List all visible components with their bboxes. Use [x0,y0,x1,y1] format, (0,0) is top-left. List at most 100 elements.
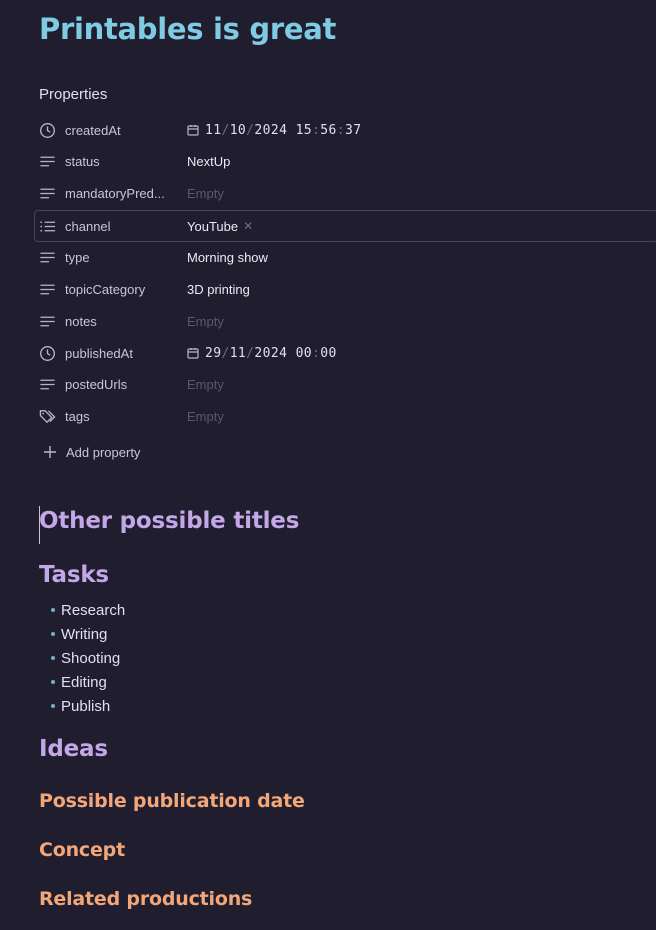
property-key[interactable]: topicCategory [39,281,187,298]
text-lines-icon [39,249,56,266]
property-row-status[interactable]: status NextUp [39,146,656,176]
bullet-icon [51,680,55,684]
calendar-icon[interactable] [187,347,199,359]
heading-possible-publication-date[interactable]: Possible publication date [39,790,305,812]
property-value[interactable]: 11/10/2024 15:56:37 [187,123,361,138]
property-key-label: mandatoryPred... [65,185,165,201]
property-key-label: createdAt [65,122,121,138]
bullet-icon [51,704,55,708]
date-part-y[interactable]: 2024 [254,346,287,361]
property-key-label: status [65,153,100,169]
date-part-y[interactable]: 2024 [254,123,287,138]
task-label: Research [61,601,126,619]
property-key[interactable]: mandatoryPred... [39,185,187,202]
empty-placeholder: Empty [187,185,224,201]
task-item-publish[interactable]: Publish [51,694,125,718]
property-key-label: type [65,249,90,265]
heading-other-possible-titles[interactable]: Other possible titles [39,508,299,534]
date-part-m[interactable]: 11 [230,346,246,361]
task-label: Writing [61,625,108,643]
list-icon [39,218,56,235]
property-key-label: tags [65,408,90,424]
heading-related-productions[interactable]: Related productions [39,888,252,910]
empty-placeholder: Empty [187,376,224,392]
plus-icon [42,444,58,460]
date-part-h[interactable]: 00 [296,346,312,361]
property-value[interactable]: Empty [187,377,224,392]
properties-heading[interactable]: Properties [39,86,107,103]
property-value[interactable]: Morning show [187,250,268,265]
property-row-channel[interactable]: channel YouTube ✕ [34,210,656,242]
property-key-label: postedUrls [65,376,128,392]
property-value[interactable]: Empty [187,186,224,201]
task-list: Research Writing Shooting Editing Publish [51,598,125,718]
date-part-s[interactable]: 37 [345,123,361,138]
property-row-publishedat[interactable]: publishedAt 29/11/2024 00:00 [39,338,656,368]
property-key[interactable]: publishedAt [39,345,187,362]
property-key[interactable]: notes [39,313,187,330]
tag-icon [39,408,56,425]
heading-ideas[interactable]: Ideas [39,736,108,762]
property-key-label: channel [65,218,111,234]
heading-concept[interactable]: Concept [39,839,125,861]
property-key[interactable]: channel [39,218,187,235]
datetime-input[interactable]: 11/10/2024 15:56:37 [205,123,361,138]
property-key-label: publishedAt [65,345,133,361]
property-row-notes[interactable]: notes Empty [39,306,656,336]
heading-tasks[interactable]: Tasks [39,562,109,588]
property-value[interactable]: 29/11/2024 00:00 [187,346,337,361]
clock-icon [39,122,56,139]
property-value-text: NextUp [187,153,231,169]
calendar-icon[interactable] [187,124,199,136]
date-separator [287,123,295,138]
datetime-input[interactable]: 29/11/2024 00:00 [205,346,337,361]
property-value[interactable]: YouTube ✕ [187,219,253,234]
text-lines-icon [39,185,56,202]
property-row-type[interactable]: type Morning show [39,242,656,272]
date-separator: / [221,122,230,138]
date-part-mi[interactable]: 00 [320,346,336,361]
add-property-label: Add property [66,444,141,460]
property-value-text: Morning show [187,249,268,265]
task-item-shooting[interactable]: Shooting [51,646,125,670]
task-item-research[interactable]: Research [51,598,125,622]
add-property-button[interactable]: Add property [39,440,140,464]
clock-icon [39,345,56,362]
property-row-tags[interactable]: tags Empty [39,401,656,431]
property-key[interactable]: postedUrls [39,376,187,393]
date-separator: : [336,122,345,138]
page-title[interactable]: Printables is great [39,12,336,46]
property-key-label: notes [65,313,97,329]
date-part-d[interactable]: 11 [205,123,221,138]
property-value[interactable]: Empty [187,409,224,424]
task-label: Shooting [61,649,121,667]
property-key[interactable]: createdAt [39,122,187,139]
empty-placeholder: Empty [187,313,224,329]
date-part-m[interactable]: 10 [230,123,246,138]
property-key[interactable]: type [39,249,187,266]
bullet-icon [51,608,55,612]
text-lines-icon [39,281,56,298]
bullet-icon [51,632,55,636]
date-part-d[interactable]: 29 [205,346,221,361]
property-key[interactable]: status [39,153,187,170]
date-part-h[interactable]: 15 [296,123,312,138]
property-row-createdat[interactable]: createdAt 11/10/2024 15:56:37 [39,115,656,145]
property-value[interactable]: NextUp [187,154,230,169]
property-value[interactable]: Empty [187,314,224,329]
empty-placeholder: Empty [187,408,224,424]
property-value[interactable]: 3D printing [187,282,250,297]
text-lines-icon [39,153,56,170]
property-row-mandatorypred[interactable]: mandatoryPred... Empty [39,178,656,208]
property-row-postedurls[interactable]: postedUrls Empty [39,369,656,399]
task-item-writing[interactable]: Writing [51,622,125,646]
property-row-topiccategory[interactable]: topicCategory 3D printing [39,274,656,304]
property-value-text: YouTube [187,218,239,234]
property-key[interactable]: tags [39,408,187,425]
date-separator [287,346,295,361]
remove-value-icon[interactable]: ✕ [243,219,253,233]
task-label: Publish [61,697,111,715]
property-key-label: topicCategory [65,281,146,297]
date-part-mi[interactable]: 56 [320,123,336,138]
task-item-editing[interactable]: Editing [51,670,125,694]
